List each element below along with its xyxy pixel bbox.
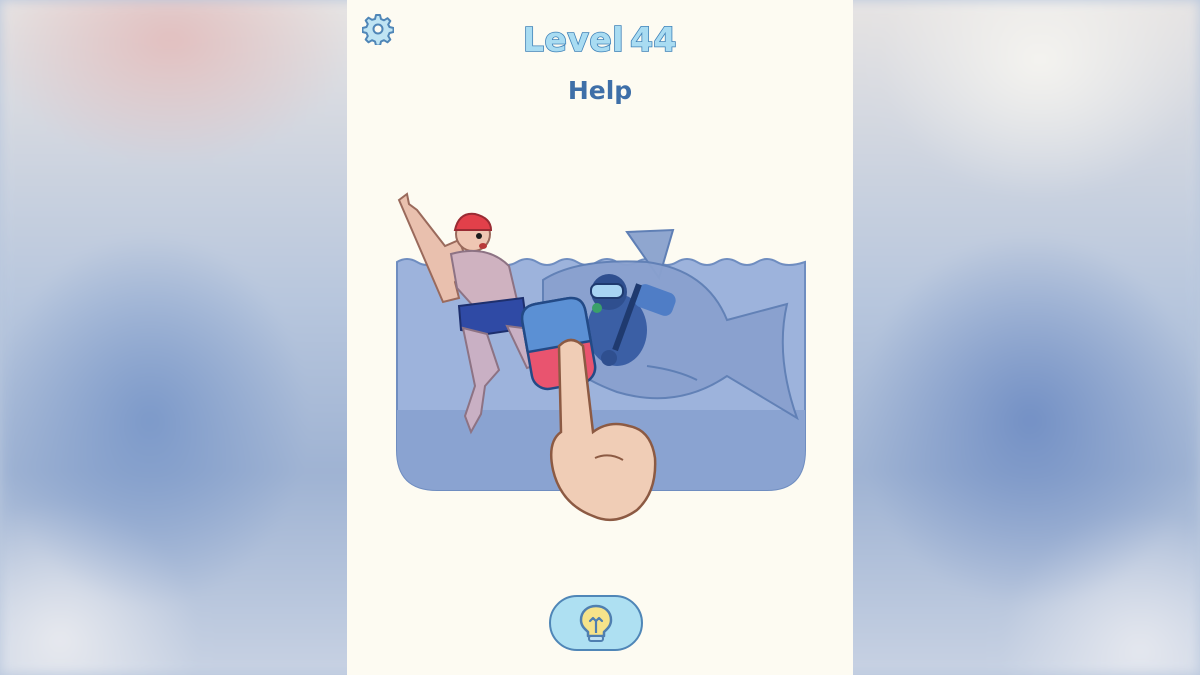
level-title: Level 44 bbox=[347, 19, 853, 60]
game-screen: Level 44 Help bbox=[347, 0, 853, 675]
puzzle-scene[interactable] bbox=[347, 170, 853, 530]
level-hint-text: Help bbox=[567, 76, 633, 105]
lightbulb-icon bbox=[579, 604, 613, 642]
level-label: Level bbox=[522, 19, 625, 60]
level-number: 44 bbox=[629, 19, 678, 60]
hint-button[interactable] bbox=[549, 595, 643, 651]
